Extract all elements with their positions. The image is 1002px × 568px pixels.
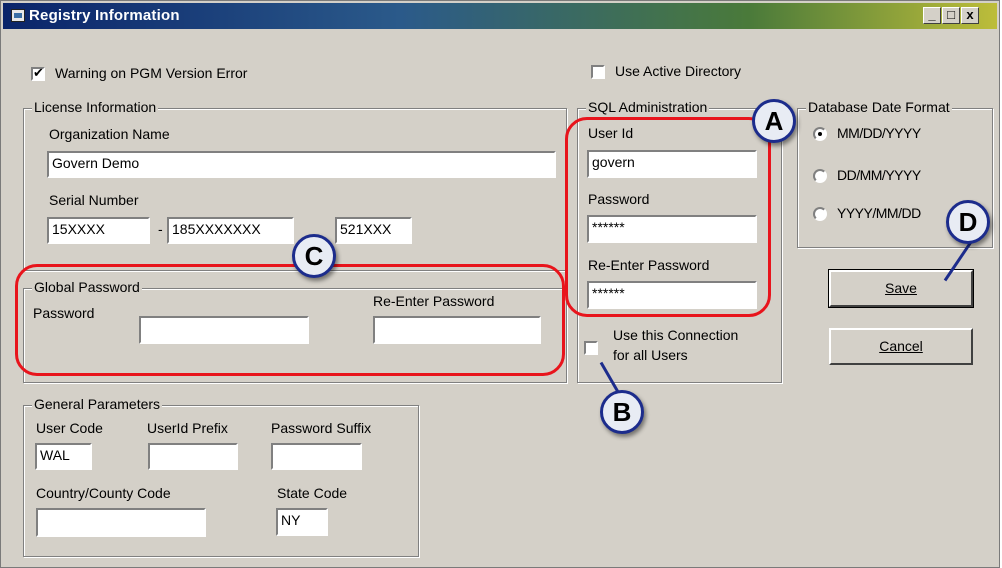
callout-badge-a: A	[752, 99, 796, 143]
use-connection-label-2: for all Users	[613, 347, 688, 363]
serial-part1-input[interactable]: 15XXXX	[47, 217, 150, 244]
date-format-radio-mmddyyyy[interactable]	[813, 127, 827, 141]
warning-pgm-checkbox[interactable]	[31, 65, 45, 81]
date-format-label-mmddyyyy: MM/DD/YYYY	[837, 125, 921, 141]
organization-name-input[interactable]: Govern Demo	[47, 151, 556, 178]
date-format-label-ddmmyyyy: DD/MM/YYYY	[837, 167, 921, 183]
use-connection-checkbox[interactable]	[584, 341, 598, 355]
user-code-input[interactable]: WAL	[35, 443, 92, 470]
app-window-icon	[11, 9, 25, 22]
password-suffix-label: Password Suffix	[271, 420, 372, 436]
userid-prefix-input[interactable]	[148, 443, 238, 470]
minimize-button[interactable]: _	[923, 7, 941, 24]
country-code-input[interactable]	[36, 508, 206, 537]
callout-badge-d: D	[946, 200, 990, 244]
close-button[interactable]: x	[961, 7, 979, 24]
save-button-label: Save	[885, 280, 917, 296]
state-code-input[interactable]: NY	[276, 508, 328, 536]
userid-prefix-label: UserId Prefix	[147, 420, 228, 436]
license-group-title: License Information	[32, 99, 159, 115]
state-code-label: State Code	[277, 485, 348, 501]
sql-group-title: SQL Administration	[586, 99, 710, 115]
window-title: Registry Information	[29, 7, 180, 24]
organization-name-label: Organization Name	[49, 126, 170, 142]
country-code-label: Country/County Code	[36, 485, 171, 501]
date-format-radio-yyyymmdd[interactable]	[813, 207, 827, 221]
global-password-highlight-outline	[15, 264, 565, 376]
serial-number-label: Serial Number	[49, 192, 139, 208]
sql-highlight-outline	[565, 117, 771, 317]
serial-separator: -	[158, 221, 163, 237]
active-directory-checkbox[interactable]	[591, 65, 605, 79]
maximize-button[interactable]: □	[942, 7, 960, 24]
title-bar[interactable]: Registry Information _ □ x	[3, 3, 997, 29]
date-format-label-yyyymmdd: YYYY/MM/DD	[837, 205, 921, 221]
serial-part3-input[interactable]: 521XXX	[335, 217, 412, 244]
callout-badge-b: B	[600, 390, 644, 434]
serial-part2-input[interactable]: 185XXXXXXX	[167, 217, 294, 244]
password-suffix-input[interactable]	[271, 443, 362, 470]
warning-pgm-label: Warning on PGM Version Error	[55, 65, 248, 81]
callout-badge-c: C	[292, 234, 336, 278]
general-parameters-group-title: General Parameters	[32, 396, 163, 412]
cancel-button-label: Cancel	[879, 338, 923, 354]
registry-dialog: Registry Information _ □ x Warning on PG…	[0, 0, 1000, 568]
user-code-label: User Code	[36, 420, 103, 436]
date-format-radio-ddmmyyyy[interactable]	[813, 169, 827, 183]
date-format-group-title: Database Date Format	[806, 99, 952, 115]
use-connection-label-1: Use this Connection	[613, 327, 739, 343]
save-button[interactable]: Save	[828, 269, 974, 308]
cancel-button[interactable]: Cancel	[829, 328, 973, 365]
active-directory-label: Use Active Directory	[615, 63, 742, 79]
